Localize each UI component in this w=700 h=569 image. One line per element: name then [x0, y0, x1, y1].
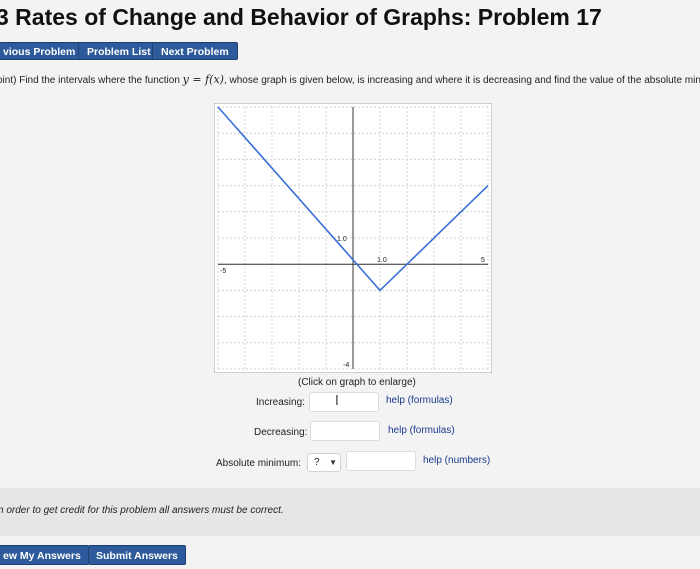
- x-min-label: -5: [220, 268, 226, 275]
- problem-prefix: oint) Find the intervals where the funct…: [0, 75, 183, 86]
- absolute-minimum-input[interactable]: [346, 451, 416, 471]
- preview-answers-button[interactable]: ew My Answers: [0, 545, 89, 565]
- decreasing-label: Decreasing:: [254, 427, 308, 438]
- previous-problem-button[interactable]: vious Problem: [0, 42, 85, 60]
- y-tick-label: 1.0: [337, 236, 347, 243]
- absolute-minimum-select[interactable]: ? ▼: [307, 453, 341, 472]
- select-value: ?: [314, 457, 320, 468]
- decreasing-input[interactable]: [310, 421, 380, 441]
- y-min-label: -4: [343, 362, 349, 369]
- problem-list-button[interactable]: Problem List: [78, 42, 160, 60]
- point-label: 1.0: [377, 257, 387, 264]
- increasing-label: Increasing:: [256, 397, 305, 408]
- function-graph[interactable]: -5 5 1.0 -4 1.0: [214, 103, 492, 373]
- submit-answers-button[interactable]: Submit Answers: [88, 545, 186, 565]
- problem-suffix: , whose graph is given below, is increas…: [223, 75, 700, 86]
- x-max-label: 5: [481, 257, 485, 264]
- chevron-down-icon: ▼: [329, 458, 337, 467]
- increasing-input[interactable]: I: [309, 392, 379, 412]
- absolute-minimum-label: Absolute minimum:: [216, 458, 302, 469]
- absolute-minimum-help-link[interactable]: help (numbers): [423, 455, 490, 466]
- page-title: 3 Rates of Change and Behavior of Graphs…: [0, 4, 602, 30]
- function-math: y = f(x): [182, 73, 224, 86]
- credit-note: n order to get credit for this problem a…: [0, 505, 284, 516]
- text-cursor-icon: I: [335, 394, 339, 409]
- problem-statement: oint) Find the intervals where the funct…: [0, 73, 700, 86]
- graph-caption[interactable]: (Click on graph to enlarge): [298, 377, 416, 388]
- next-problem-button[interactable]: Next Problem: [152, 42, 238, 60]
- increasing-help-link[interactable]: help (formulas): [386, 395, 453, 406]
- decreasing-help-link[interactable]: help (formulas): [388, 425, 455, 436]
